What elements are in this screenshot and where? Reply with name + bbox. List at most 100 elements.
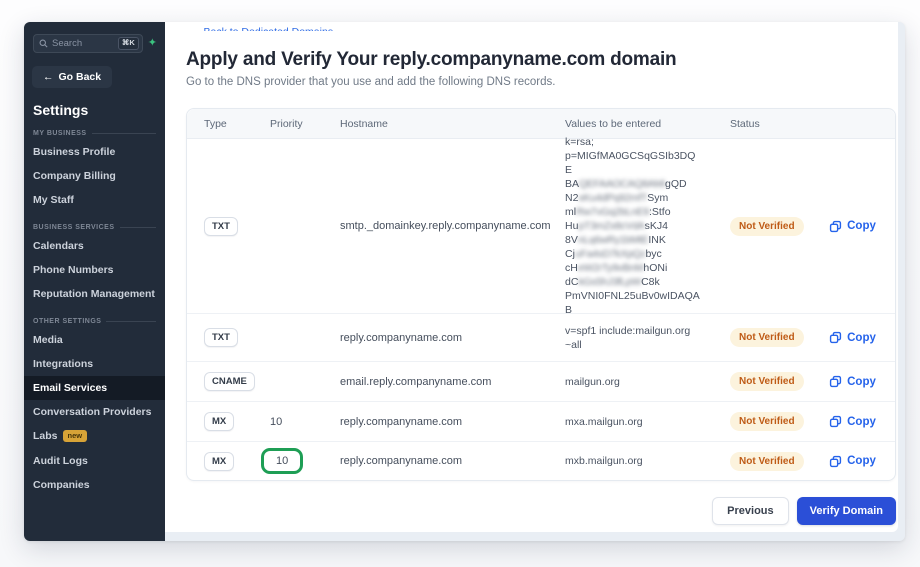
value-line: CjuFa4sD7kXpQzbyc	[565, 247, 700, 261]
header-status: Status	[730, 117, 760, 130]
page-subtitle: Go to the DNS provider that you use and …	[186, 76, 556, 88]
status-badge: Not Verified	[730, 451, 804, 471]
previous-button[interactable]: Previous	[712, 497, 789, 525]
cell-hostname: reply.companyname.com	[340, 415, 463, 428]
value-line: B	[565, 303, 700, 317]
copy-label: Copy	[847, 375, 876, 388]
cell-copy: Copy	[810, 375, 895, 388]
cell-type: TXT	[187, 328, 264, 347]
cell-type: MX	[187, 412, 264, 431]
value-text: B	[565, 304, 573, 316]
value-text: cH	[565, 262, 578, 274]
copy-button[interactable]: Copy	[829, 415, 876, 428]
redacted-text: kGs5hJ3fLpW	[578, 276, 642, 288]
cell-type: CNAME	[187, 372, 264, 391]
sidebar-item-phone-numbers[interactable]: Phone Numbers	[24, 258, 165, 282]
table-body: TXT smtp._domainkey.reply.companyname.com…	[187, 136, 895, 480]
page-title: Apply and Verify Your reply.companyname.…	[186, 49, 677, 70]
cell-value: v=spf1 include:mailgun.org ~all	[551, 324, 700, 352]
sidebar-item-audit-logs[interactable]: Audit Logs	[24, 449, 165, 473]
sidebar-item-company-billing[interactable]: Company Billing	[24, 164, 165, 188]
cell-hostname: smtp._domainkey.reply.companyname.com	[340, 220, 551, 232]
cell-type: MX	[187, 451, 264, 471]
priority-value: 10	[270, 415, 283, 428]
search-input[interactable]: Search ⌘K	[33, 34, 143, 53]
sidebar-item-business-profile[interactable]: Business Profile	[24, 140, 165, 164]
copy-button[interactable]: Copy	[829, 220, 876, 233]
copy-label: Copy	[847, 415, 876, 428]
value-text: hONi	[643, 262, 668, 274]
cell-priority: 10	[264, 416, 326, 428]
value-line: p=MIGfMA0GCSqGSIb3DQE	[565, 149, 700, 177]
value-text: 8V	[565, 234, 578, 246]
sidebar-title: Settings	[33, 102, 89, 118]
value-text: p=MIGfMA0GCSqGSIb3DQE	[565, 150, 696, 176]
value-line: HupT3mZx8cVdAsKJ4	[565, 219, 700, 233]
redacted-text: uFa4sD7kXpQz	[574, 248, 646, 260]
value-text: byc	[645, 248, 662, 260]
sidebar-item-email-services[interactable]: Email Services	[24, 376, 165, 400]
value-line: 8VnLq6wRy1bMtEINK	[565, 233, 700, 247]
value-line: ~all	[565, 338, 700, 352]
value-line: mxa.mailgun.org	[565, 415, 700, 429]
cell-value: mxb.mailgun.org	[551, 454, 700, 468]
table-row: TXT reply.companyname.com v=spf1 include:m…	[187, 314, 895, 362]
table-row: MX 10 reply.companyname.com mxb.mailgun.org…	[187, 442, 895, 480]
copy-button[interactable]: Copy	[829, 455, 876, 468]
value-line: k=rsa;	[565, 135, 700, 149]
status-badge: Not Verified	[730, 328, 804, 347]
value-text: BA	[565, 178, 580, 190]
search-icon	[39, 39, 48, 48]
sidebar-item-calendars[interactable]: Calendars	[24, 234, 165, 258]
sidebar-item-reputation-management[interactable]: Reputation Management	[24, 282, 165, 306]
value-text: v=spf1 include:mailgun.org	[565, 324, 691, 337]
status-badge: Not Verified	[730, 412, 804, 431]
cell-status: Not Verified	[700, 451, 810, 471]
sidebar-item-media[interactable]: Media	[24, 328, 165, 352]
go-back-button[interactable]: ← Go Back	[32, 66, 113, 88]
verify-domain-button[interactable]: Verify Domain	[796, 497, 896, 525]
record-type-chip: TXT	[204, 328, 238, 347]
search-shortcut-badge: ⌘K	[117, 37, 139, 50]
cell-hostname: reply.companyname.com	[340, 455, 463, 467]
record-type-chip: MX	[204, 451, 235, 471]
header-type: Type	[204, 117, 227, 130]
sidebar-item-integrations[interactable]: Integrations	[24, 352, 165, 376]
value-line: mxb.mailgun.org	[565, 454, 700, 468]
dns-records-table: Type Priority Hostname Values to be ente…	[186, 108, 896, 481]
value-text: k=rsa;	[565, 136, 594, 148]
value-text: ~all	[565, 338, 582, 351]
app-window: Search ⌘K ✦ ← Go Back Settings MY BUSINE…	[24, 22, 905, 541]
copy-button[interactable]: Copy	[829, 375, 876, 388]
cell-copy: Copy	[810, 331, 895, 344]
value-text: :Stfo	[648, 206, 671, 218]
value-line: PmVNI0FNL25uBv0wIDAQA	[565, 289, 700, 303]
cell-value: k=rsa; p=MIGfMA0GCSqGSIb3DQE BAQEFAAOCAQ8A…	[551, 135, 700, 317]
sidebar-section-text: BUSINESS SERVICES	[33, 224, 115, 231]
value-line: mailgun.org	[565, 375, 700, 389]
redacted-text: Rw7vGq2bLnE9	[576, 206, 649, 218]
table-header-row: Type Priority Hostname Values to be ente…	[187, 109, 895, 139]
record-type-chip: TXT	[204, 216, 238, 236]
cell-type: TXT	[187, 216, 264, 236]
back-arrow-icon: ←	[43, 71, 54, 83]
status-badge: Not Verified	[730, 372, 804, 391]
copy-button[interactable]: Copy	[829, 331, 876, 344]
header-hostname: Hostname	[340, 117, 388, 130]
sidebar-item-labs[interactable]: Labs new	[24, 424, 165, 449]
cell-status: Not Verified	[700, 372, 810, 391]
back-to-dedicated-domains-link[interactable]: ← Back to Dedicated Domains	[186, 26, 333, 31]
sidebar-section-label: BUSINESS SERVICES	[33, 224, 156, 231]
spark-icon[interactable]: ✦	[148, 38, 157, 49]
sidebar-section-label: MY BUSINESS	[33, 130, 156, 137]
sidebar-item-my-staff[interactable]: My Staff	[24, 188, 165, 212]
redacted-text: nLq6wRy1bMtE	[577, 234, 649, 246]
value-line: v=spf1 include:mailgun.org	[565, 324, 700, 338]
header-priority: Priority	[270, 117, 303, 130]
sidebar-item-companies[interactable]: Companies	[24, 473, 165, 497]
value-text: N2	[565, 192, 579, 204]
sidebar-item-conversation-providers[interactable]: Conversation Providers	[24, 400, 165, 424]
sidebar-section-label: OTHER SETTINGS	[33, 318, 156, 325]
sidebar-nav: MY BUSINESS Business Profile Company Billi…	[24, 130, 165, 497]
value-text: ml	[565, 206, 577, 218]
